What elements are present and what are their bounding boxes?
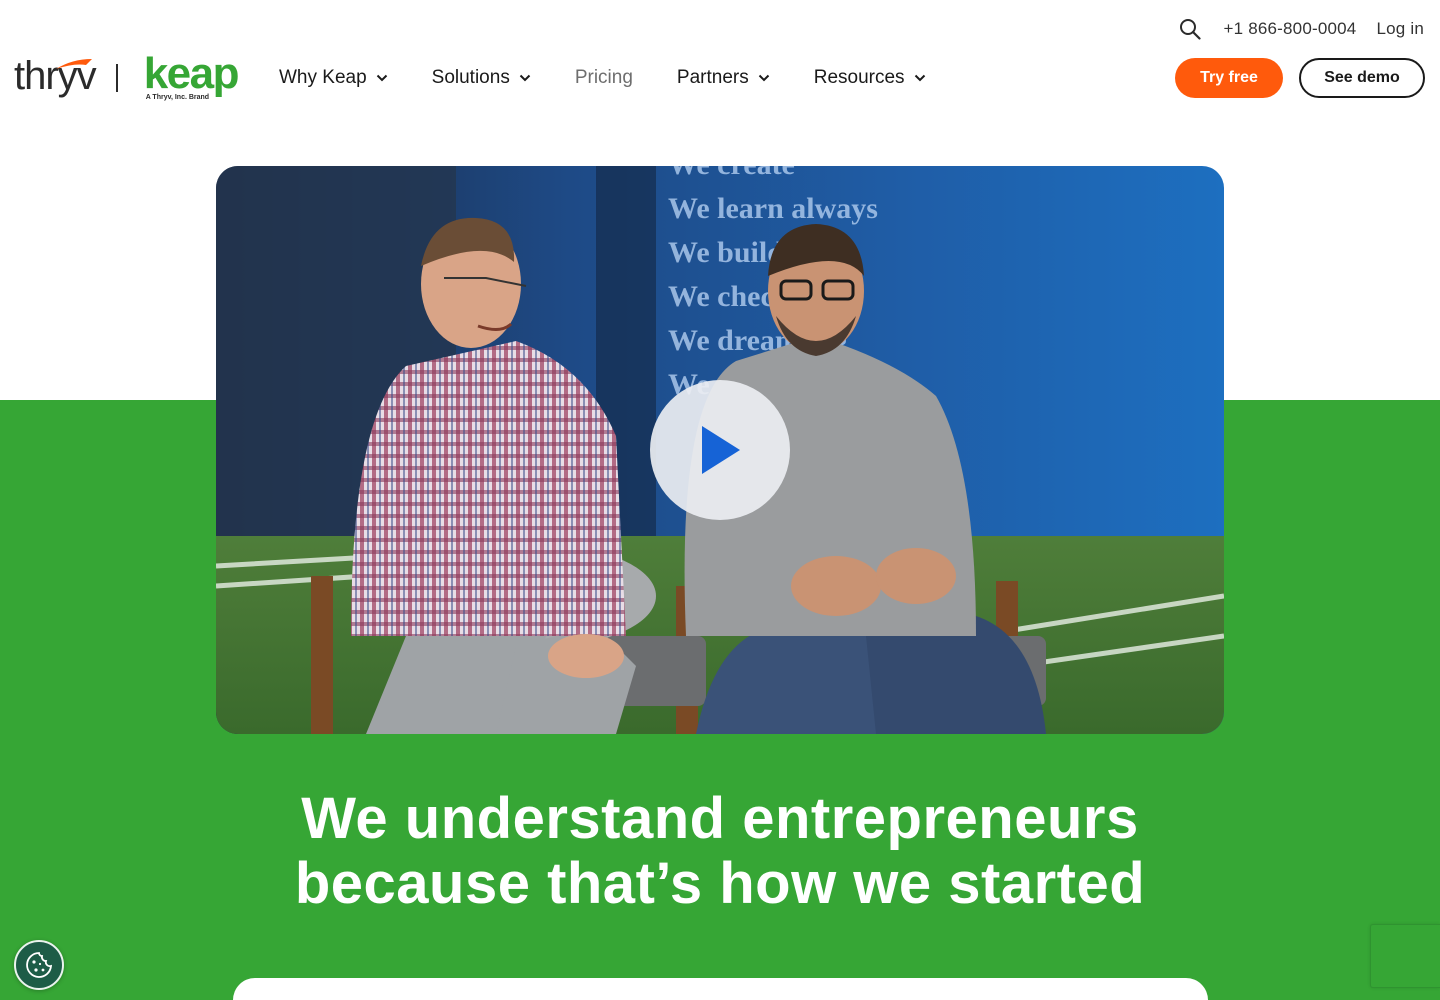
nav-menu: Why Keap Solutions Pricing Partners Reso… bbox=[279, 52, 970, 104]
utility-bar: +1 866-800-0004 Log in bbox=[1177, 14, 1424, 44]
try-free-button[interactable]: Try free bbox=[1175, 58, 1283, 98]
phone-link[interactable]: +1 866-800-0004 bbox=[1223, 19, 1356, 39]
wall-text-line: We create bbox=[668, 166, 795, 181]
cookie-icon bbox=[26, 952, 53, 978]
chevron-down-icon bbox=[519, 74, 531, 82]
headline-line-2: because that’s how we started bbox=[294, 851, 1146, 916]
cta-group: Try free See demo bbox=[1175, 58, 1425, 98]
see-demo-button[interactable]: See demo bbox=[1299, 58, 1425, 98]
keap-tagline: A Thryv, Inc. Brand bbox=[145, 94, 210, 101]
play-icon bbox=[702, 426, 740, 474]
nav-item-why-keap[interactable]: Why Keap bbox=[279, 67, 388, 89]
nav-item-pricing[interactable]: Pricing bbox=[575, 67, 633, 89]
recaptcha-badge[interactable] bbox=[1370, 924, 1440, 988]
chevron-down-icon bbox=[758, 74, 770, 82]
nav-item-partners[interactable]: Partners bbox=[677, 67, 770, 89]
keap-wordmark: keap bbox=[143, 49, 240, 98]
cookie-settings-button[interactable] bbox=[14, 940, 64, 990]
main-nav: thryv keap A Thryv, Inc. Brand Why Keap … bbox=[0, 52, 1440, 104]
keap-logo[interactable]: keap A Thryv, Inc. Brand bbox=[143, 49, 240, 102]
play-button[interactable] bbox=[650, 380, 790, 520]
logo-group[interactable]: thryv keap A Thryv, Inc. Brand bbox=[14, 49, 240, 102]
search-icon[interactable] bbox=[1177, 16, 1203, 42]
chevron-down-icon bbox=[376, 74, 388, 82]
chevron-down-icon bbox=[914, 74, 926, 82]
nav-item-solutions[interactable]: Solutions bbox=[432, 67, 531, 89]
hero-video[interactable]: We create We learn always We build trust… bbox=[216, 166, 1224, 734]
nav-item-label: Why Keap bbox=[279, 67, 367, 88]
nav-item-label: Partners bbox=[676, 67, 749, 88]
headline-line-1: We understand entrepreneurs bbox=[301, 786, 1139, 851]
nav-item-resources[interactable]: Resources bbox=[814, 67, 926, 89]
content-card bbox=[233, 978, 1208, 1000]
nav-item-label: Pricing bbox=[574, 67, 633, 88]
login-link[interactable]: Log in bbox=[1376, 19, 1424, 39]
nav-item-label: Solutions bbox=[431, 67, 510, 88]
logo-divider bbox=[115, 64, 118, 92]
wall-text-line: We learn always bbox=[668, 192, 878, 225]
thryv-logo[interactable]: thryv bbox=[14, 56, 97, 96]
hero-headline: We understand entrepreneurs because that… bbox=[0, 786, 1440, 916]
thryv-swoosh-icon bbox=[55, 59, 92, 69]
nav-item-label: Resources bbox=[813, 67, 905, 88]
